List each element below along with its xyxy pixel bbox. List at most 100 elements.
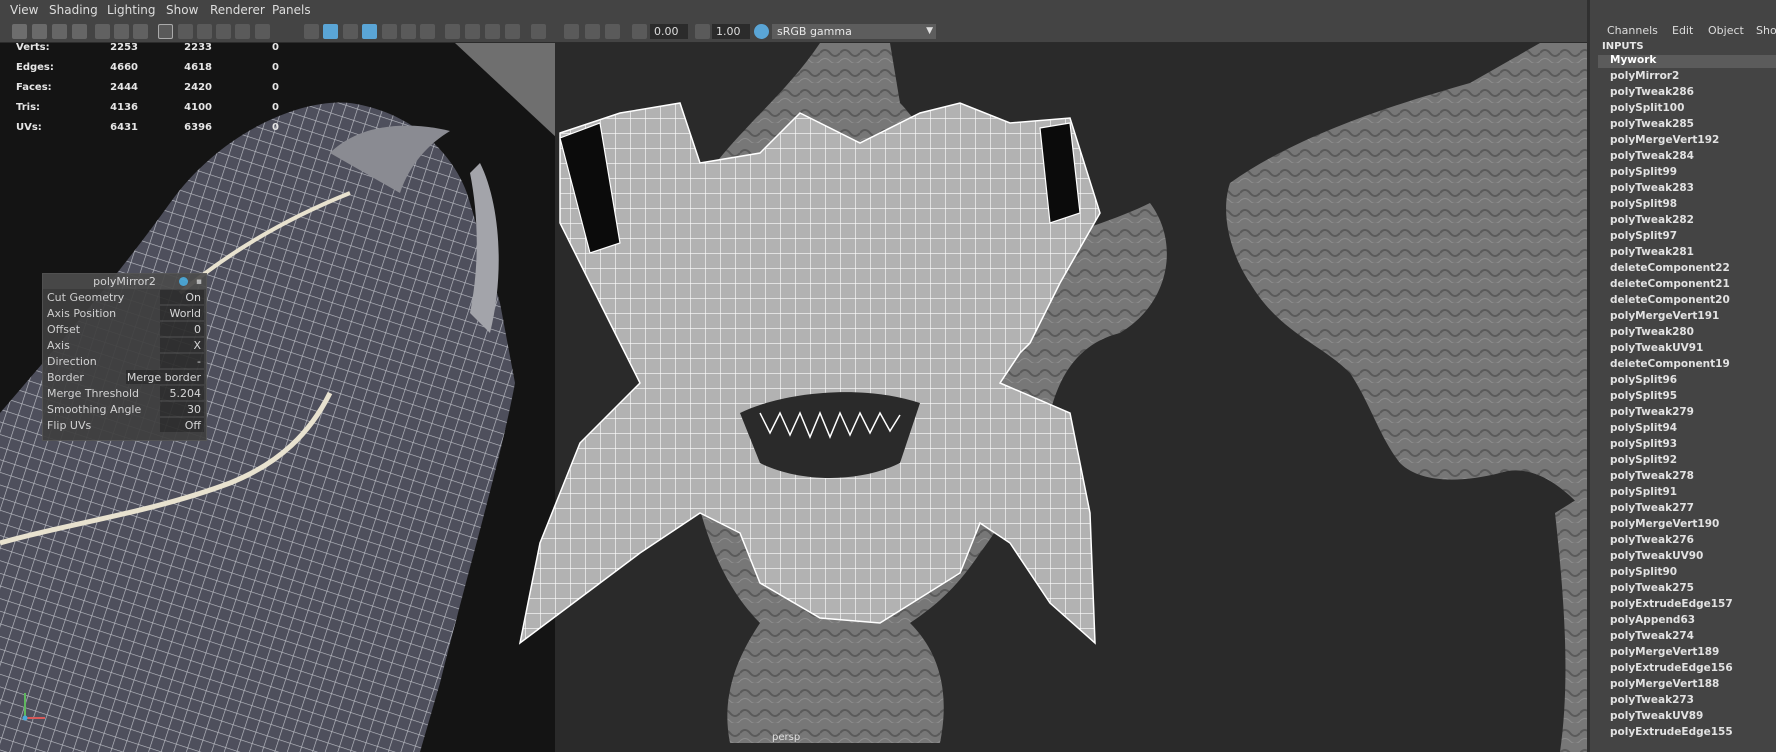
menu-show[interactable]: Show: [166, 3, 198, 17]
wireframe-on-shaded-icon[interactable]: [362, 24, 377, 39]
attr-value[interactable]: Merge border: [126, 370, 204, 384]
poly-mirror-panel[interactable]: polyMirror2 ▪ Cut Geometry On Axis Posit…: [42, 273, 207, 441]
attr-value[interactable]: X: [160, 338, 204, 352]
input-node-item[interactable]: deleteComponent21: [1610, 278, 1730, 290]
xray-icon[interactable]: [564, 24, 579, 39]
bookmark-icon[interactable]: [52, 24, 67, 39]
resolution-gate-icon[interactable]: [197, 24, 212, 39]
isolate-select-icon[interactable]: [531, 24, 546, 39]
exposure-icon[interactable]: [632, 24, 647, 39]
input-node-item[interactable]: polySplit95: [1610, 390, 1677, 402]
channel-box-menu-object[interactable]: Object: [1708, 24, 1744, 37]
input-node-item[interactable]: polyTweak278: [1610, 470, 1694, 482]
safe-title-icon[interactable]: [255, 24, 270, 39]
gamma-field[interactable]: 1.00: [712, 24, 750, 39]
input-node-item[interactable]: polyTweak283: [1610, 182, 1694, 194]
pin-icon[interactable]: [179, 277, 188, 286]
input-node-item[interactable]: polyTweak286: [1610, 86, 1694, 98]
attr-value[interactable]: 5.204: [160, 386, 204, 400]
grease-pencil-icon[interactable]: [95, 24, 110, 39]
input-node-item[interactable]: polySplit97: [1610, 230, 1677, 242]
grid-icon[interactable]: [158, 24, 173, 39]
input-node-item[interactable]: polyTweak284: [1610, 150, 1694, 162]
default-material-icon[interactable]: [343, 24, 358, 39]
menu-shading[interactable]: Shading: [49, 3, 98, 17]
safe-action-icon[interactable]: [133, 24, 148, 39]
input-node-item[interactable]: polyAppend63: [1610, 614, 1695, 626]
shadows-icon[interactable]: [420, 24, 435, 39]
depth-of-field-icon[interactable]: [505, 24, 520, 39]
camera-icon[interactable]: [12, 24, 27, 39]
poly-mirror-title[interactable]: polyMirror2 ▪: [43, 274, 206, 289]
channel-box-menu-edit[interactable]: Edit: [1672, 24, 1693, 37]
input-node-item[interactable]: polyTweak280: [1610, 326, 1694, 338]
color-space-dropdown[interactable]: sRGB gamma ▼: [772, 24, 936, 39]
exposure-field[interactable]: 0.00: [650, 24, 688, 39]
anti-aliasing-icon[interactable]: [485, 24, 500, 39]
motion-blur-icon[interactable]: [465, 24, 480, 39]
input-node-item[interactable]: polyMergeVert189: [1610, 646, 1719, 658]
input-node-item[interactable]: polyTweak282: [1610, 214, 1694, 226]
attr-value[interactable]: 0: [160, 322, 204, 336]
channel-box-menu-show[interactable]: Show: [1756, 24, 1776, 37]
film-gate-icon[interactable]: [178, 24, 193, 39]
input-node-item[interactable]: polyTweak279: [1610, 406, 1694, 418]
input-node-item[interactable]: polyTweak273: [1610, 694, 1694, 706]
camera-attributes-icon[interactable]: [32, 24, 47, 39]
input-node-item[interactable]: polyMergeVert192: [1610, 134, 1719, 146]
persp-viewport[interactable]: persp: [0, 43, 1587, 752]
input-node-item[interactable]: polySplit91: [1610, 486, 1677, 498]
input-node-item[interactable]: polyTweak277: [1610, 502, 1694, 514]
2d-pan-zoom-icon[interactable]: [114, 24, 129, 39]
input-node-item[interactable]: Mywork: [1610, 54, 1656, 66]
input-node-item[interactable]: polyTweak281: [1610, 246, 1694, 258]
textured-icon[interactable]: [382, 24, 397, 39]
input-node-item[interactable]: polyExtrudeEdge157: [1610, 598, 1733, 610]
wireframe-icon[interactable]: [304, 24, 319, 39]
attr-value[interactable]: On: [160, 290, 204, 304]
close-icon[interactable]: ▪: [196, 275, 202, 290]
input-node-item[interactable]: polySplit94: [1610, 422, 1677, 434]
input-node-item[interactable]: polyMirror2: [1610, 70, 1679, 82]
input-node-item[interactable]: polyMergeVert190: [1610, 518, 1719, 530]
input-node-item[interactable]: polyTweak275: [1610, 582, 1694, 594]
attr-value[interactable]: -: [160, 354, 204, 368]
input-node-item[interactable]: polyTweakUV89: [1610, 710, 1703, 722]
input-node-item[interactable]: polyTweak274: [1610, 630, 1694, 642]
input-node-item[interactable]: deleteComponent20: [1610, 294, 1730, 306]
input-node-item[interactable]: polySplit99: [1610, 166, 1677, 178]
input-node-item[interactable]: polySplit90: [1610, 566, 1677, 578]
attr-value[interactable]: World: [160, 306, 204, 320]
attr-value[interactable]: 30: [160, 402, 204, 416]
image-plane-icon[interactable]: [72, 24, 87, 39]
gamma-icon[interactable]: [695, 24, 710, 39]
input-node-item[interactable]: polyTweak285: [1610, 118, 1694, 130]
field-chart-icon[interactable]: [235, 24, 250, 39]
xray-joints-icon[interactable]: [585, 24, 600, 39]
color-management-icon[interactable]: [754, 24, 769, 39]
screen-space-ao-icon[interactable]: [445, 24, 460, 39]
input-node-item[interactable]: polyExtrudeEdge156: [1610, 662, 1733, 674]
input-node-item[interactable]: polySplit98: [1610, 198, 1677, 210]
input-node-item[interactable]: deleteComponent19: [1610, 358, 1730, 370]
input-node-item[interactable]: polySplit100: [1610, 102, 1684, 114]
input-node-item[interactable]: polyTweak276: [1610, 534, 1694, 546]
attr-value[interactable]: Off: [160, 418, 204, 432]
smooth-shade-icon[interactable]: [323, 24, 338, 39]
input-node-item[interactable]: polyTweakUV90: [1610, 550, 1703, 562]
channel-box-menu-channels[interactable]: Channels: [1607, 24, 1658, 37]
menu-panels[interactable]: Panels: [272, 3, 311, 17]
input-node-item[interactable]: polyMergeVert191: [1610, 310, 1719, 322]
xray-components-icon[interactable]: [605, 24, 620, 39]
menu-lighting[interactable]: Lighting: [107, 3, 156, 17]
input-node-item[interactable]: polySplit96: [1610, 374, 1677, 386]
input-node-item[interactable]: polyTweakUV91: [1610, 342, 1703, 354]
input-node-item[interactable]: polySplit92: [1610, 454, 1677, 466]
menu-renderer[interactable]: Renderer: [210, 3, 265, 17]
gate-mask-icon[interactable]: [216, 24, 231, 39]
lights-icon[interactable]: [401, 24, 416, 39]
input-node-item[interactable]: polyMergeVert188: [1610, 678, 1719, 690]
input-node-item[interactable]: polyExtrudeEdge155: [1610, 726, 1733, 738]
menu-view[interactable]: View: [10, 3, 38, 17]
input-node-item[interactable]: polySplit93: [1610, 438, 1677, 450]
